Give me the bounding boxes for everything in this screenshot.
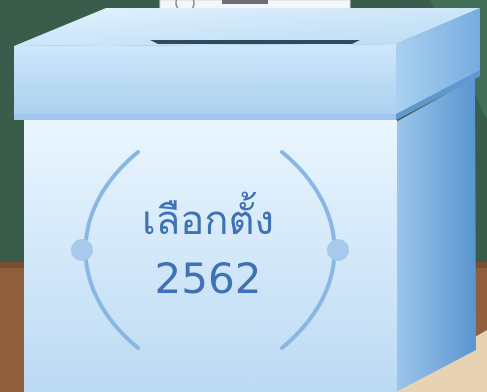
ballot-box-side bbox=[396, 78, 476, 392]
ballot-box-illustration bbox=[0, 0, 487, 392]
ballot-box-label: เลือกตั้ง bbox=[142, 198, 274, 244]
ornament-dot-left bbox=[71, 239, 93, 261]
ballot-slot bbox=[150, 40, 360, 44]
ballot-box-lid bbox=[14, 8, 480, 120]
ornament-dot-right bbox=[327, 239, 349, 261]
ballot-box-year: 2562 bbox=[154, 254, 262, 303]
